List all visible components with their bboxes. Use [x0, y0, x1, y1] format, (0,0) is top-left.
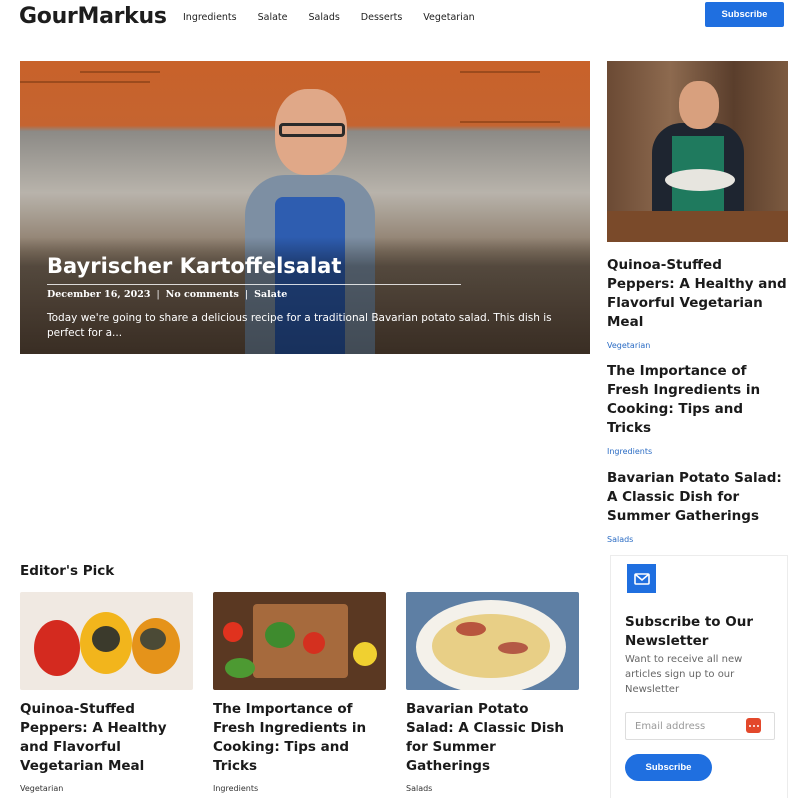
tomato-shape: [303, 632, 325, 654]
filling-shape: [140, 628, 166, 650]
nav-item-desserts[interactable]: Desserts: [361, 12, 402, 23]
sidebar-post-title[interactable]: The Importance of Fresh Ingredients in C…: [607, 362, 788, 438]
sidebar-post: Bavarian Potato Salad: A Classic Dish fo…: [607, 469, 788, 544]
filling-shape: [92, 626, 120, 652]
nav-item-vegetarian[interactable]: Vegetarian: [423, 12, 474, 23]
bacon-shape: [498, 642, 528, 654]
editors-pick-card: The Importance of Fresh Ingredients in C…: [213, 592, 386, 793]
password-manager-icon[interactable]: [746, 718, 761, 733]
sidebar-post-category[interactable]: Vegetarian: [607, 341, 788, 350]
sidebar-post: Quinoa-Stuffed Peppers: A Healthy and Fl…: [607, 256, 788, 350]
sidebar-post-title[interactable]: Quinoa-Stuffed Peppers: A Healthy and Fl…: [607, 256, 788, 332]
card-title[interactable]: Bavarian Potato Salad: A Classic Dish fo…: [406, 700, 579, 776]
nav-item-ingredients[interactable]: Ingredients: [183, 12, 237, 23]
editors-pick-card: Bavarian Potato Salad: A Classic Dish fo…: [406, 592, 579, 793]
card-image[interactable]: [20, 592, 193, 690]
cabinet-handle: [80, 71, 160, 73]
card-category[interactable]: Salads: [406, 784, 579, 793]
newsletter-description: Want to receive all new articles sign up…: [625, 654, 743, 695]
sidebar-post: The Importance of Fresh Ingredients in C…: [607, 362, 788, 456]
table-surface: [607, 211, 788, 242]
sidebar-post-image[interactable]: [607, 61, 788, 242]
main-nav: Ingredients Salate Salads Desserts Veget…: [183, 12, 496, 23]
meta-separator: |: [156, 289, 160, 300]
hero-excerpt: Today we're going to share a delicious r…: [47, 312, 552, 339]
cabinet-handle: [460, 121, 560, 123]
mail-icon: [627, 564, 656, 593]
vegetable-shape: [265, 622, 295, 648]
bacon-shape: [456, 622, 486, 636]
nav-item-salate[interactable]: Salate: [258, 12, 288, 23]
newsletter-subscribe-button[interactable]: Subscribe: [625, 754, 712, 781]
cabinet-handle: [460, 71, 540, 73]
card-title[interactable]: Quinoa-Stuffed Peppers: A Healthy and Fl…: [20, 700, 193, 776]
card-image[interactable]: [213, 592, 386, 690]
card-image[interactable]: [406, 592, 579, 690]
newsletter-widget: Subscribe to Our Newsletter Want to rece…: [610, 555, 788, 798]
mail-icon-glyph: [633, 572, 650, 585]
sidebar-post-category[interactable]: Salads: [607, 535, 788, 544]
chef-head: [679, 81, 719, 129]
hero-post[interactable]: Bayrischer Kartoffelsalat December 16, 2…: [20, 61, 590, 354]
card-category[interactable]: Vegetarian: [20, 784, 193, 793]
hero-comments-link[interactable]: No comments: [166, 289, 239, 300]
hero-divider: [47, 284, 461, 285]
card-title[interactable]: The Importance of Fresh Ingredients in C…: [213, 700, 386, 776]
chef-glasses: [279, 123, 345, 137]
potato-salad: [432, 614, 550, 678]
hero-title[interactable]: Bayrischer Kartoffelsalat: [47, 254, 341, 278]
section-title-editors-pick: Editor's Pick: [20, 563, 115, 579]
card-category[interactable]: Ingredients: [213, 784, 386, 793]
nav-item-salads[interactable]: Salads: [309, 12, 340, 23]
newsletter-title: Subscribe to Our Newsletter: [625, 614, 754, 649]
sidebar-post-title[interactable]: Bavarian Potato Salad: A Classic Dish fo…: [607, 469, 788, 526]
food-plate: [665, 169, 735, 191]
sidebar-post-category[interactable]: Ingredients: [607, 447, 788, 456]
tomato-shape: [223, 622, 243, 642]
vegetable-shape: [225, 658, 255, 678]
hero-date: December 16, 2023: [47, 289, 151, 300]
editors-pick-card: Quinoa-Stuffed Peppers: A Healthy and Fl…: [20, 592, 193, 793]
lemon-shape: [353, 642, 377, 666]
meta-separator: |: [244, 289, 249, 300]
pepper-shape: [34, 620, 80, 676]
hero-category-link[interactable]: Salate: [254, 289, 287, 300]
hero-meta: December 16, 2023 | No comments | Salate: [47, 289, 287, 300]
site-logo[interactable]: GourMarkus: [19, 4, 167, 29]
header-subscribe-button[interactable]: Subscribe: [705, 2, 784, 27]
cabinet-handle: [20, 81, 150, 83]
